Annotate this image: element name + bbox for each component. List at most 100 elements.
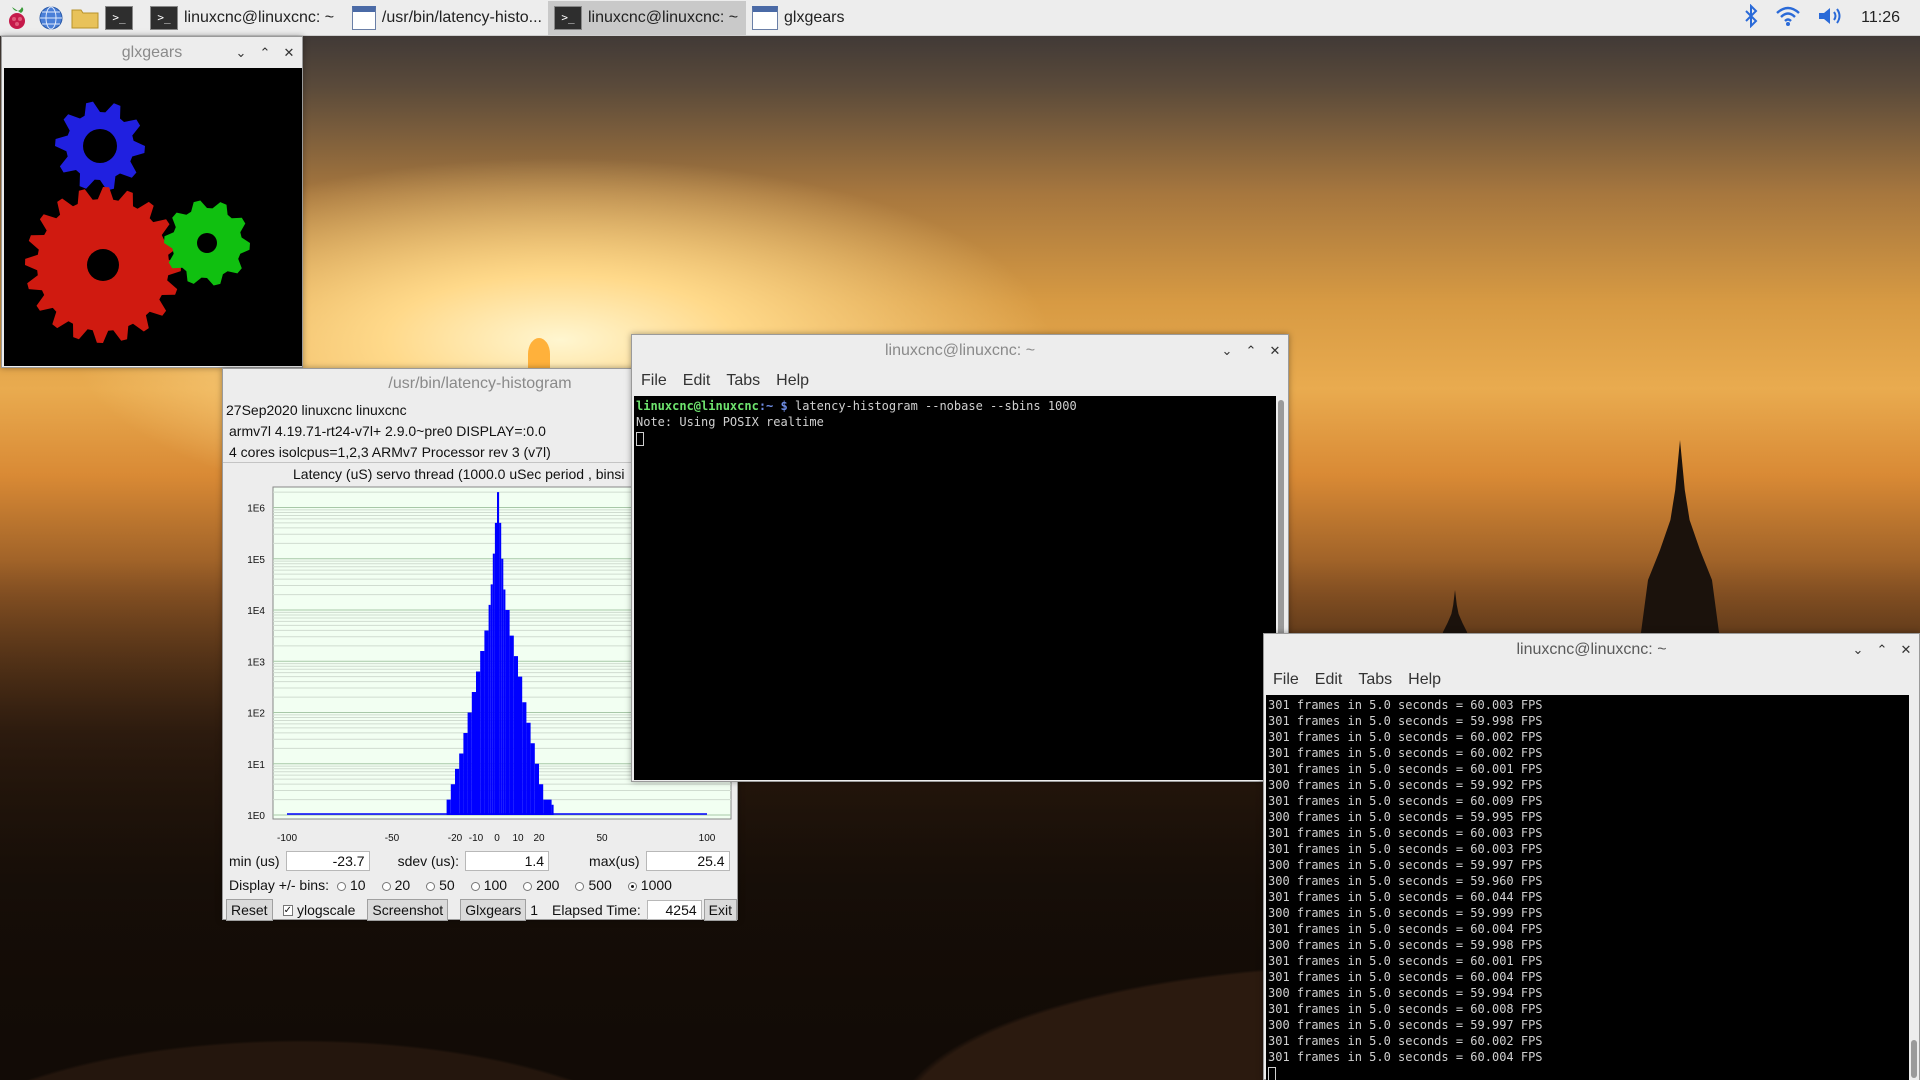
- browser-icon[interactable]: [34, 1, 68, 35]
- reset-button[interactable]: Reset: [226, 899, 273, 921]
- bins-radio-20[interactable]: [381, 881, 391, 891]
- fps-line: 301 frames in 5.0 seconds = 60.009 FPS: [1268, 794, 1543, 808]
- scrollbar-thumb[interactable]: [1911, 1040, 1917, 1078]
- fps-line: 301 frames in 5.0 seconds = 59.998 FPS: [1268, 714, 1543, 728]
- histogram-bar: [522, 702, 527, 815]
- fps-line: 300 frames in 5.0 seconds = 59.960 FPS: [1268, 874, 1543, 888]
- menu-edit[interactable]: Edit: [1315, 671, 1343, 689]
- max-label: max(us): [589, 853, 640, 869]
- y-tick-label: 1E4: [247, 606, 265, 617]
- bins-radio-100[interactable]: [470, 881, 480, 891]
- taskbar-task-latency-histogram[interactable]: /usr/bin/latency-histo...: [346, 1, 548, 35]
- terminal2-output[interactable]: 301 frames in 5.0 seconds = 60.003 FPS 30…: [1266, 695, 1919, 1080]
- x-tick-label: -100: [277, 833, 297, 844]
- volume-icon[interactable]: [1817, 5, 1845, 32]
- terminal2-scrollbar[interactable]: [1909, 695, 1919, 1080]
- menu-tabs[interactable]: Tabs: [1358, 671, 1392, 689]
- wallpaper-pagoda: [1640, 440, 1720, 640]
- x-tick-label: -10: [469, 833, 484, 844]
- fps-line: 301 frames in 5.0 seconds = 60.003 FPS: [1268, 698, 1543, 712]
- menu-help[interactable]: Help: [1408, 671, 1441, 689]
- x-tick-label: 50: [596, 833, 608, 844]
- histogram-bar: [455, 768, 460, 815]
- taskbar-task-terminal-1[interactable]: >_ linuxcnc@linuxcnc: ~: [144, 1, 346, 35]
- y-tick-label: 1E0: [247, 811, 265, 822]
- sdev-label: sdev (us):: [397, 853, 460, 869]
- prompt-path: :~ $: [758, 399, 788, 413]
- histogram-bar: [534, 763, 539, 815]
- taskbar-task-glxgears[interactable]: glxgears: [746, 1, 946, 35]
- screenshot-button[interactable]: Screenshot: [367, 899, 449, 921]
- histogram-bar: [484, 630, 489, 815]
- fps-line: 301 frames in 5.0 seconds = 60.004 FPS: [1268, 970, 1543, 984]
- histogram-bar: [543, 799, 552, 815]
- maximize-icon[interactable]: ⌃: [1875, 642, 1889, 658]
- bins-radio-500[interactable]: [575, 881, 585, 891]
- menu-file[interactable]: File: [1273, 671, 1299, 689]
- minimize-icon[interactable]: ⌄: [1851, 642, 1865, 658]
- terminal-icon[interactable]: >_: [102, 1, 136, 35]
- terminal1-menubar: File Edit Tabs Help: [632, 367, 1288, 395]
- command-text: latency-histogram --nobase --sbins 1000: [794, 399, 1077, 413]
- fps-output: 301 frames in 5.0 seconds = 60.003 FPS 30…: [1268, 697, 1917, 1065]
- green-gear-hole: [197, 233, 217, 253]
- close-icon[interactable]: ✕: [1268, 343, 1282, 359]
- terminal1-titlebar[interactable]: linuxcnc@linuxcnc: ~ ⌄ ⌃ ✕: [632, 335, 1288, 367]
- histogram-bar: [501, 558, 504, 815]
- menu-tabs[interactable]: Tabs: [726, 372, 760, 390]
- histogram-bar: [530, 743, 535, 815]
- histogram-bar: [471, 692, 476, 815]
- red-gear-hole: [87, 249, 119, 281]
- bluetooth-icon[interactable]: [1743, 3, 1759, 33]
- stats-row: min (us) -23.7 sdev (us): 1.4 max(us) 25…: [223, 849, 737, 873]
- fps-line: 301 frames in 5.0 seconds = 60.004 FPS: [1268, 1050, 1543, 1064]
- histogram-bar: [488, 604, 491, 815]
- histogram-bar: [551, 804, 554, 815]
- close-icon[interactable]: ✕: [1899, 642, 1913, 658]
- fps-line: 301 frames in 5.0 seconds = 60.002 FPS: [1268, 746, 1543, 760]
- window-title: linuxcnc@linuxcnc: ~: [884, 342, 1036, 359]
- terminal2-titlebar[interactable]: linuxcnc@linuxcnc: ~ ⌄ ⌃ ✕: [1264, 634, 1919, 666]
- histogram-bar: [476, 671, 481, 815]
- minimize-icon[interactable]: ⌄: [1220, 343, 1234, 359]
- clock[interactable]: 11:26: [1861, 9, 1900, 27]
- close-icon[interactable]: ✕: [282, 45, 296, 61]
- taskbar-task-terminal-2[interactable]: >_ linuxcnc@linuxcnc: ~: [548, 0, 746, 35]
- terminal1-output[interactable]: linuxcnc@linuxcnc:~ $ latency-histogram …: [634, 396, 1286, 780]
- histogram-bar: [446, 799, 451, 815]
- text-cursor: [636, 431, 644, 446]
- minimize-icon[interactable]: ⌄: [234, 45, 248, 61]
- y-tick-label: 1E6: [247, 504, 265, 515]
- bins-radio-1000[interactable]: [627, 881, 637, 891]
- x-tick-label: -50: [385, 833, 400, 844]
- glxgears-button[interactable]: Glxgears: [460, 899, 527, 921]
- wifi-icon[interactable]: [1775, 5, 1801, 32]
- x-tick-label: -20: [448, 833, 463, 844]
- maximize-icon[interactable]: ⌃: [258, 45, 272, 61]
- glxgears-window: glxgears ⌄ ⌃ ✕: [1, 36, 303, 368]
- glxgears-titlebar[interactable]: glxgears ⌄ ⌃ ✕: [2, 37, 302, 69]
- glxgears-canvas: [4, 68, 302, 366]
- histogram-bar: [492, 553, 495, 815]
- bins-radio-10[interactable]: [336, 881, 346, 891]
- file-manager-icon[interactable]: [68, 1, 102, 35]
- menu-help[interactable]: Help: [776, 372, 809, 390]
- raspberry-menu-icon[interactable]: [0, 1, 34, 35]
- bins-radio-50[interactable]: [426, 881, 436, 891]
- exit-button[interactable]: Exit: [703, 899, 737, 921]
- bins-option-label: 50: [439, 877, 455, 893]
- window-title: /usr/bin/latency-histogram: [388, 375, 572, 392]
- menu-edit[interactable]: Edit: [683, 372, 711, 390]
- bins-radio-group: 10 20 50 100 200 500 1000: [329, 877, 680, 893]
- fps-line: 301 frames in 5.0 seconds = 60.001 FPS: [1268, 762, 1543, 776]
- fps-line: 300 frames in 5.0 seconds = 59.994 FPS: [1268, 986, 1543, 1000]
- ylogscale-checkbox[interactable]: ✓: [282, 904, 293, 916]
- maximize-icon[interactable]: ⌃: [1244, 343, 1258, 359]
- fps-line: 300 frames in 5.0 seconds = 59.995 FPS: [1268, 810, 1543, 824]
- menu-file[interactable]: File: [641, 372, 667, 390]
- window-title: glxgears: [121, 44, 183, 61]
- window-icon: [752, 5, 778, 30]
- bins-radio-200[interactable]: [523, 881, 533, 891]
- x-tick-label: 0: [494, 833, 500, 844]
- histogram-bar: [503, 589, 506, 815]
